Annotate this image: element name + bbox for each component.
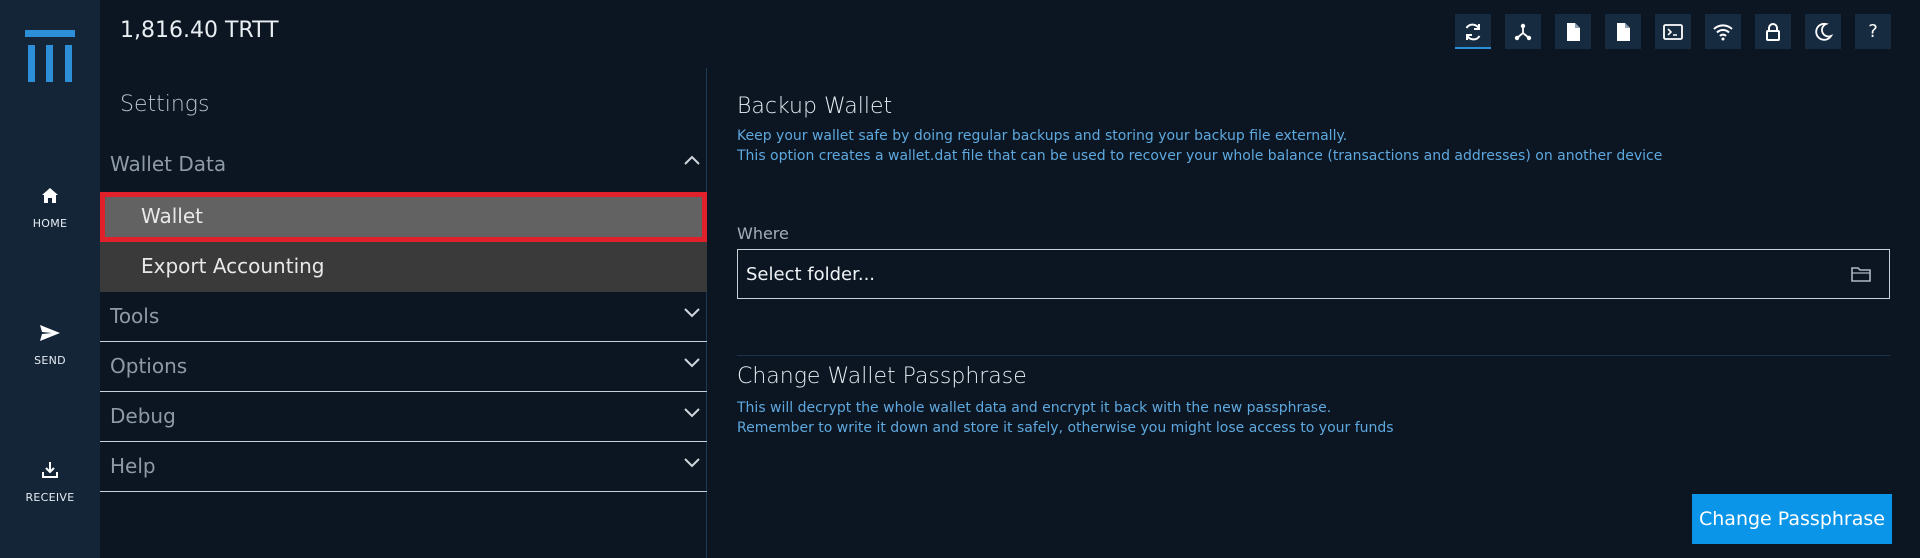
- header: 1,816.40 TRTT ?: [100, 0, 1920, 68]
- left-rail: HOME SEND RECEIVE: [0, 0, 100, 558]
- toolbar: ?: [1455, 14, 1891, 49]
- section-debug[interactable]: Debug: [100, 392, 707, 442]
- help-icon: ?: [1868, 21, 1878, 42]
- section-tools[interactable]: Tools: [100, 292, 707, 342]
- settings-title: Settings: [120, 92, 210, 117]
- wifi-button[interactable]: [1705, 14, 1741, 49]
- rail-item-send[interactable]: SEND: [0, 323, 100, 393]
- wallet-balance: 1,816.40 TRTT: [120, 18, 279, 43]
- settings-panel: Settings Wallet Data Wallet Export Accou…: [100, 68, 707, 558]
- change-passphrase-title: Change Wallet Passphrase: [737, 364, 1027, 389]
- home-icon: [42, 188, 58, 203]
- rail-item-label: SEND: [34, 354, 66, 367]
- folder-icon: [1851, 267, 1871, 282]
- app-window: HOME SEND RECEIVE 1,816.40 TRTT ? Settin…: [0, 0, 1920, 558]
- document-button-2[interactable]: [1605, 14, 1641, 49]
- moon-icon: [1815, 22, 1833, 41]
- chevron-down-icon: [684, 408, 700, 418]
- network-icon: [1514, 23, 1532, 40]
- chevron-down-icon: [684, 308, 700, 318]
- app-logo: [25, 30, 75, 82]
- theme-toggle-button[interactable]: [1805, 14, 1841, 49]
- section-options[interactable]: Options: [100, 342, 707, 392]
- document-icon: [1567, 22, 1580, 41]
- document-button[interactable]: [1555, 14, 1591, 49]
- chevron-down-icon: [684, 458, 700, 468]
- terminal-button[interactable]: [1655, 14, 1691, 49]
- section-label: Help: [110, 454, 156, 478]
- passphrase-description-line-1: This will decrypt the whole wallet data …: [737, 400, 1332, 416]
- rail-item-home[interactable]: HOME: [0, 186, 100, 256]
- chevron-up-icon: [684, 155, 700, 165]
- passphrase-description-line-2: Remember to write it down and store it s…: [737, 420, 1394, 436]
- backup-folder-picker[interactable]: Select folder...: [737, 249, 1890, 299]
- section-wallet-data[interactable]: Wallet Data: [100, 140, 707, 190]
- section-label: Options: [110, 354, 188, 378]
- rail-item-receive[interactable]: RECEIVE: [0, 460, 100, 530]
- backup-description-line-2: This option creates a wallet.dat file th…: [737, 148, 1663, 164]
- help-button[interactable]: ?: [1855, 14, 1891, 49]
- send-icon: [40, 325, 60, 341]
- rail-item-label: HOME: [32, 217, 68, 230]
- section-divider: [737, 355, 1890, 356]
- section-label: Wallet Data: [110, 152, 227, 176]
- network-button[interactable]: [1505, 14, 1541, 49]
- sidebar-item-label: Wallet: [141, 204, 204, 228]
- settings-content: Backup Wallet Keep your wallet safe by d…: [737, 68, 1892, 558]
- change-passphrase-button[interactable]: Change Passphrase: [1692, 494, 1892, 544]
- download-icon: [42, 462, 58, 478]
- rail-item-label: RECEIVE: [25, 491, 75, 504]
- section-label: Tools: [110, 304, 160, 328]
- section-label: Debug: [110, 404, 176, 428]
- wifi-icon: [1713, 23, 1733, 40]
- folder-field-value: Select folder...: [746, 264, 876, 285]
- terminal-icon: [1663, 23, 1683, 40]
- sidebar-item-export-accounting[interactable]: Export Accounting: [100, 242, 707, 292]
- sidebar-item-wallet[interactable]: Wallet: [100, 192, 707, 242]
- lock-icon: [1766, 22, 1780, 41]
- lock-button[interactable]: [1755, 14, 1791, 49]
- backup-description-line-1: Keep your wallet safe by doing regular b…: [737, 128, 1348, 144]
- sync-button[interactable]: [1455, 14, 1491, 49]
- sync-icon: [1465, 23, 1481, 40]
- chevron-down-icon: [684, 358, 700, 368]
- where-label: Where: [737, 224, 789, 243]
- sidebar-item-label: Export Accounting: [141, 254, 325, 278]
- document-icon: [1617, 22, 1630, 41]
- section-help[interactable]: Help: [100, 442, 707, 492]
- backup-wallet-title: Backup Wallet: [737, 94, 893, 119]
